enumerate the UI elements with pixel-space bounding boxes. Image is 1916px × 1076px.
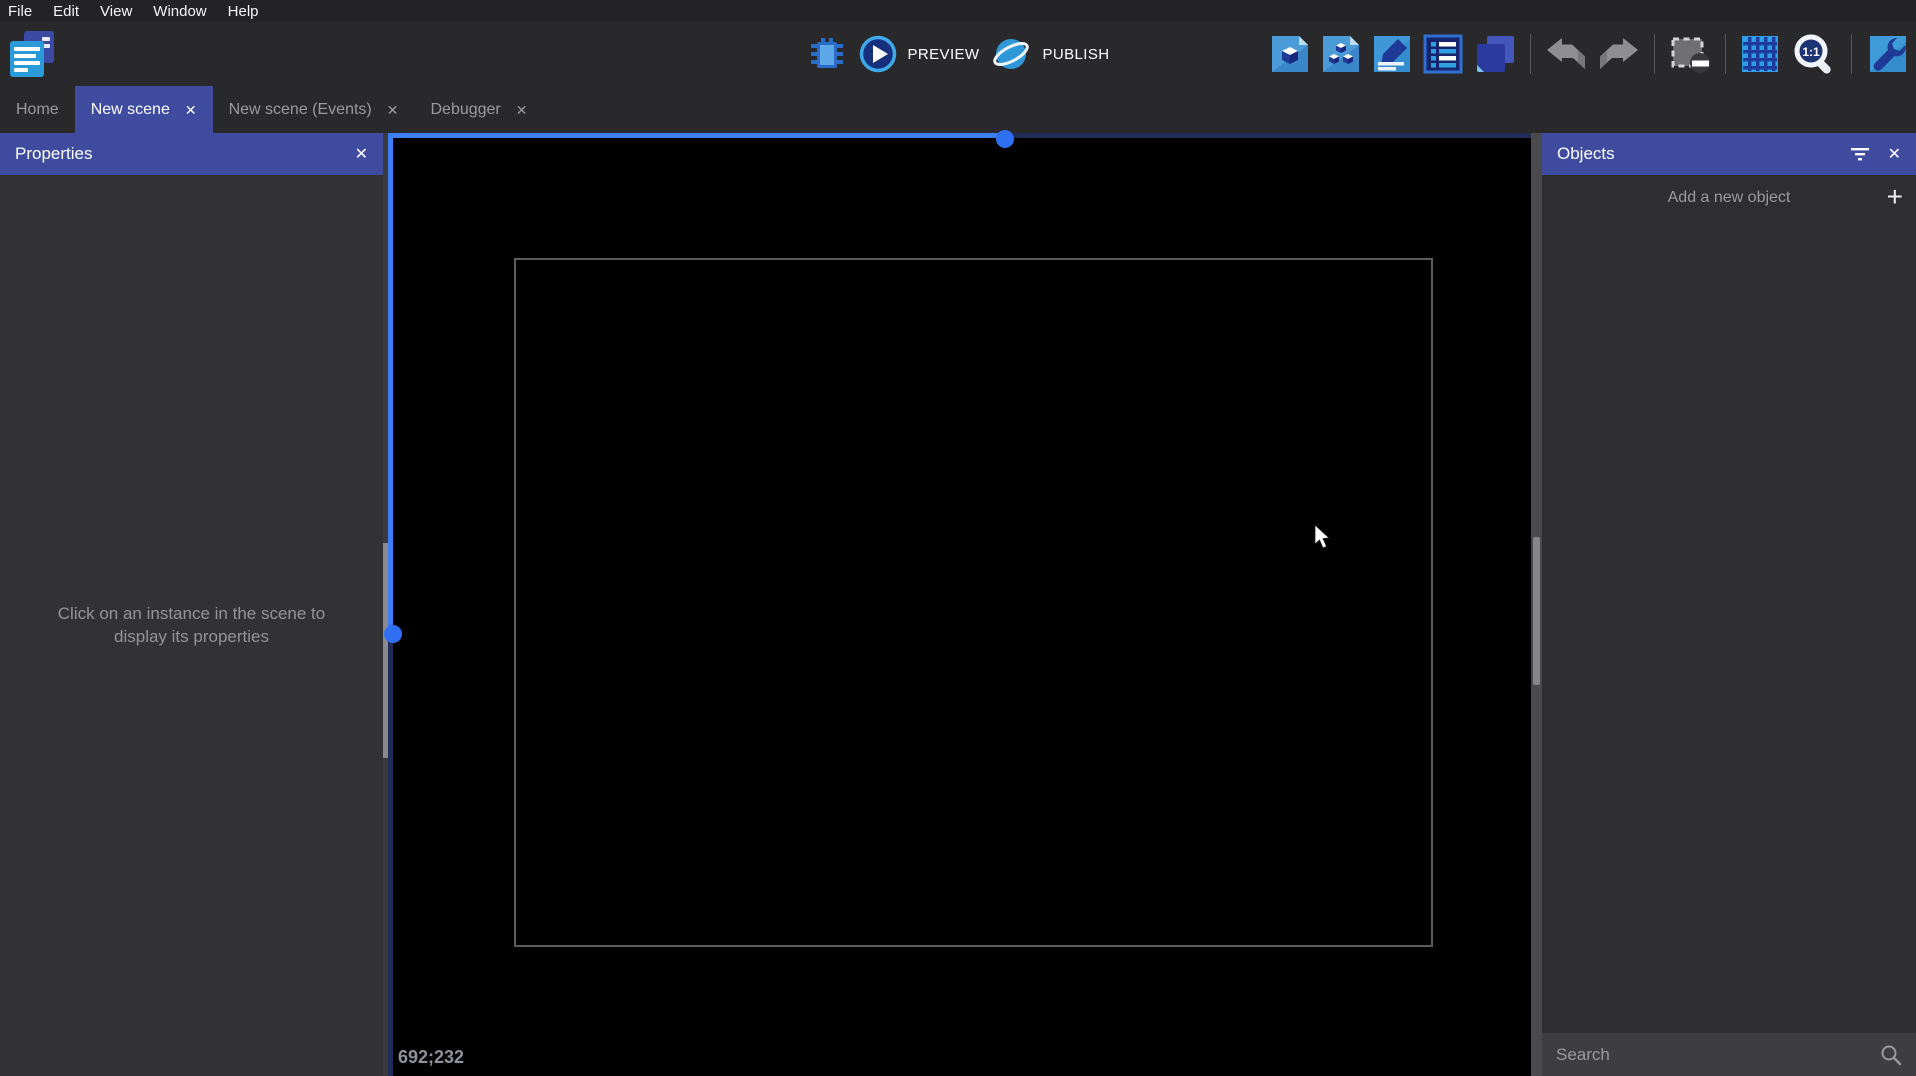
horizontal-scroll-track[interactable] [1005, 133, 1531, 138]
publish-label: PUBLISH [1042, 45, 1110, 63]
vertical-scroll-handle[interactable] [384, 625, 402, 643]
menu-help[interactable]: Help [228, 3, 259, 20]
search-input[interactable] [1556, 1044, 1880, 1065]
tab-new-scene-events[interactable]: New scene (Events) ✕ [213, 86, 415, 133]
add-new-object-row[interactable]: Add a new object + [1542, 175, 1916, 220]
toolbar-separator [1851, 34, 1852, 74]
instances-list-icon[interactable] [1423, 34, 1463, 74]
search-icon [1880, 1044, 1902, 1066]
properties-body: Click on an instance in the scene to dis… [0, 175, 383, 1076]
scene-canvas[interactable]: 692;232 [384, 130, 1531, 1076]
debug-icon[interactable] [807, 34, 847, 74]
toolbar-separator [1530, 34, 1531, 74]
properties-hint: Click on an instance in the scene to dis… [57, 603, 326, 646]
tab-bar: Home New scene ✕ New scene (Events) ✕ De… [0, 86, 1916, 133]
toolbar-separator [1725, 34, 1726, 74]
globe-icon [993, 39, 1030, 69]
tab-close-icon[interactable]: ✕ [387, 103, 399, 117]
filter-icon[interactable] [1850, 147, 1870, 161]
scene-properties-icon[interactable] [1372, 34, 1412, 74]
objects-list-empty [1542, 220, 1916, 1033]
vertical-scroll-indicator[interactable] [388, 133, 393, 634]
toolbar: PREVIEW PUBLISH 1:1 [0, 22, 1916, 86]
menu-bar: File Edit View Window Help [0, 0, 1916, 22]
preview-button[interactable]: PREVIEW [859, 35, 980, 73]
objects-title: Objects [1557, 144, 1615, 163]
right-scrollbar-thumb[interactable] [1533, 537, 1540, 685]
tab-label: Debugger [430, 100, 501, 118]
tab-close-icon[interactable]: ✕ [185, 103, 197, 117]
vertical-scroll-track[interactable] [388, 634, 393, 1076]
objects-panel: Objects ✕ Add a new object + [1542, 133, 1916, 1076]
canvas-right-scrollbar[interactable] [1531, 133, 1542, 1076]
open-editors-icon[interactable] [1270, 34, 1310, 74]
play-icon [859, 35, 896, 73]
menu-window[interactable]: Window [153, 3, 206, 20]
main-area: Properties ✕ Click on an instance in the… [0, 130, 1916, 1076]
layers-icon[interactable] [1474, 34, 1516, 74]
plus-icon[interactable]: + [1887, 181, 1903, 213]
tab-home[interactable]: Home [0, 86, 75, 133]
horizontal-scroll-indicator[interactable] [388, 133, 1005, 138]
properties-panel: Properties ✕ Click on an instance in the… [0, 133, 383, 1076]
redo-icon[interactable] [1598, 37, 1640, 71]
grid-icon[interactable] [1740, 34, 1780, 74]
undo-icon[interactable] [1545, 37, 1587, 71]
horizontal-scroll-handle[interactable] [996, 130, 1014, 148]
tab-label: New scene (Events) [228, 100, 372, 118]
edit-selection-mask-icon[interactable] [1669, 34, 1711, 74]
tab-new-scene[interactable]: New scene ✕ [74, 86, 213, 133]
zoom-1-1-icon[interactable]: 1:1 [1791, 32, 1837, 76]
tab-label: Home [16, 100, 59, 118]
tab-debugger[interactable]: Debugger ✕ [414, 86, 543, 133]
tab-label: New scene [90, 100, 170, 118]
close-icon[interactable]: ✕ [1888, 144, 1901, 164]
zoom-ratio-label: 1:1 [1802, 45, 1820, 59]
object-groups-icon[interactable] [1321, 34, 1361, 74]
menu-file[interactable]: File [8, 3, 32, 20]
menu-edit[interactable]: Edit [53, 3, 79, 20]
preview-label: PREVIEW [907, 45, 980, 63]
properties-title: Properties [15, 144, 93, 163]
close-icon[interactable]: ✕ [355, 144, 368, 164]
properties-header: Properties ✕ [0, 133, 383, 175]
toolbar-right: 1:1 [1270, 22, 1910, 86]
tab-close-icon[interactable]: ✕ [516, 103, 528, 117]
game-window-bounds [514, 258, 1433, 947]
scene-settings-wrench-icon[interactable] [1866, 34, 1910, 74]
mouse-cursor-icon [1313, 524, 1335, 550]
objects-header: Objects ✕ [1542, 133, 1916, 175]
toolbar-separator [1654, 34, 1655, 74]
publish-button[interactable]: PUBLISH [991, 34, 1109, 74]
cursor-coordinates: 692;232 [398, 1047, 465, 1067]
objects-search-box [1542, 1033, 1916, 1076]
menu-view[interactable]: View [100, 3, 132, 20]
add-new-object-label: Add a new object [1667, 188, 1791, 206]
